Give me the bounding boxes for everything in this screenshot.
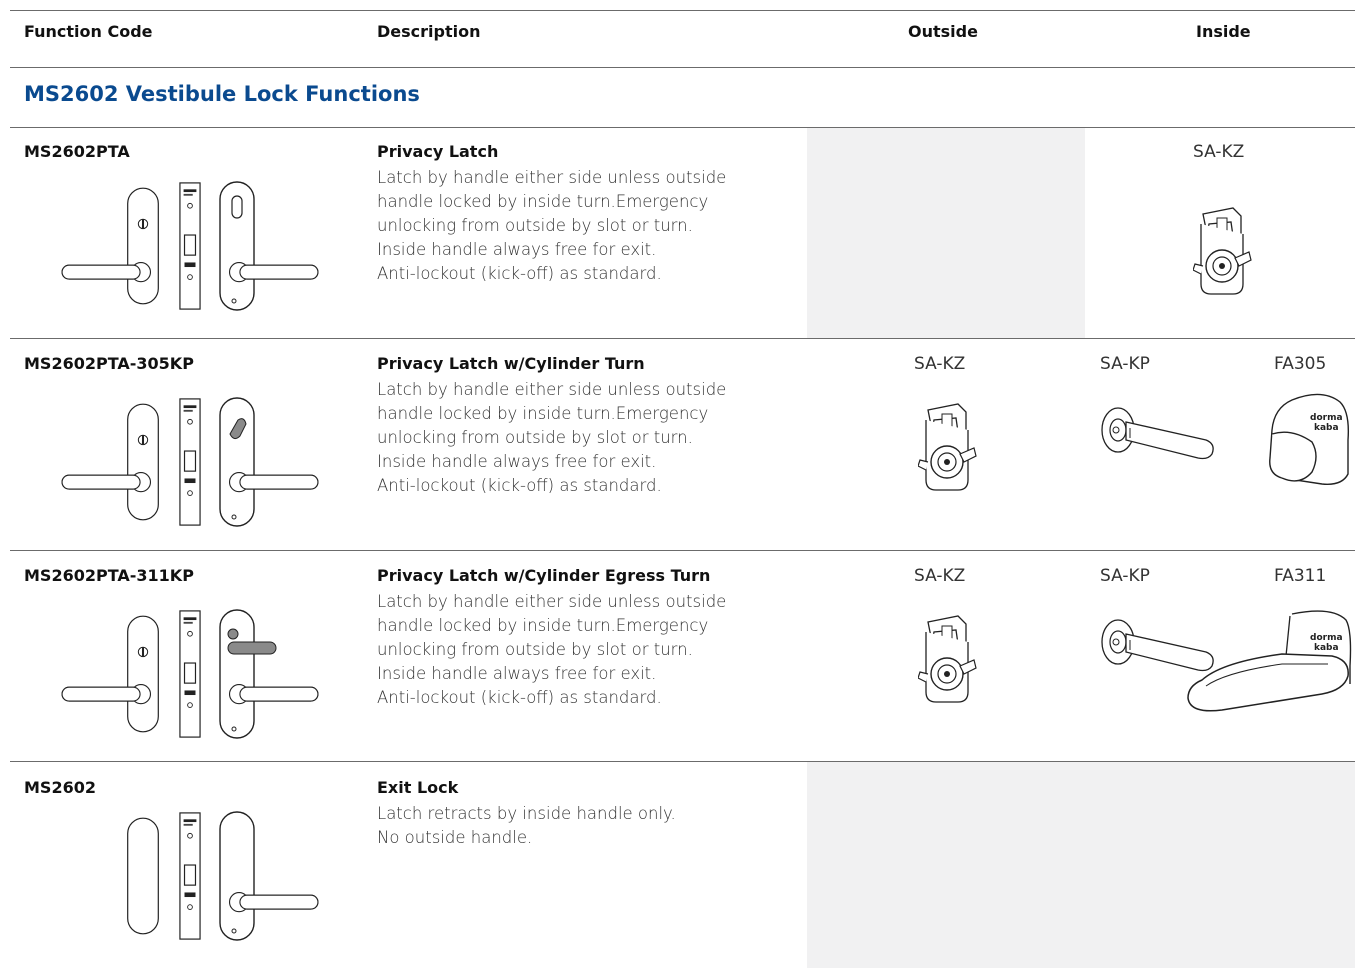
description-line: unlocking from outside by slot or turn.	[377, 428, 693, 447]
sa-kz-image	[1193, 204, 1253, 299]
top-rule	[10, 10, 1355, 11]
description-line: unlocking from outside by slot or turn.	[377, 640, 693, 659]
description-title: Privacy Latch	[377, 142, 499, 161]
function-row: MS2602PTA-311KP Privacy Latch w/Cylinder…	[0, 564, 1355, 762]
inside-part-label: FA311	[1274, 566, 1327, 586]
description-line: handle locked by inside turn.Emergency	[377, 192, 709, 211]
description-line: No outside handle.	[377, 828, 533, 847]
description-title: Exit Lock	[377, 778, 459, 797]
function-code: MS2602PTA	[24, 142, 130, 161]
inside-part-label: SA-KZ	[1193, 142, 1245, 162]
description-body: Latch retracts by inside handle only. No…	[377, 802, 797, 850]
lock-diagram	[58, 396, 328, 530]
function-code: MS2602PTA-311KP	[24, 566, 194, 585]
description-line: handle locked by inside turn.Emergency	[377, 404, 709, 423]
description-line: Latch by handle either side unless outsi…	[377, 380, 727, 399]
lock-diagram	[58, 608, 328, 742]
description-line: Inside handle always free for exit.	[377, 452, 657, 471]
description-line: handle locked by inside turn.Emergency	[377, 616, 709, 635]
inside-part-label: SA-KP	[1100, 354, 1150, 374]
section-rule	[10, 127, 1355, 128]
fa311-image	[1182, 606, 1352, 716]
description-line: Latch retracts by inside handle only.	[377, 804, 676, 823]
inside-part-label: SA-KP	[1100, 566, 1150, 586]
outside-cell	[807, 128, 1085, 338]
header-description: Description	[377, 22, 481, 41]
inside-part-label: FA305	[1274, 354, 1327, 374]
description-line: Latch by handle either side unless outsi…	[377, 592, 727, 611]
description-line: Anti-lockout (kick-off) as standard.	[377, 688, 662, 707]
outside-part-label: SA-KZ	[914, 354, 966, 374]
outside-inside-cell	[807, 762, 1355, 968]
section-title: MS2602 Vestibule Lock Functions	[24, 82, 420, 106]
sa-kp-image	[1100, 402, 1220, 472]
description-line: Anti-lockout (kick-off) as standard.	[377, 264, 662, 283]
lock-diagram	[58, 810, 328, 944]
lock-diagram	[58, 180, 328, 314]
header-inside: Inside	[1196, 22, 1251, 41]
fa305-image	[1262, 390, 1352, 490]
function-code: MS2602PTA-305KP	[24, 354, 194, 373]
function-row: MS2602 Exit Lock Latch retracts by insid…	[0, 762, 1355, 968]
description-line: Inside handle always free for exit.	[377, 240, 657, 259]
description-title: Privacy Latch w/Cylinder Egress Turn	[377, 566, 711, 585]
sa-kz-image	[918, 612, 978, 707]
description-line: Anti-lockout (kick-off) as standard.	[377, 476, 662, 495]
row-rule	[10, 550, 1355, 551]
description-line: unlocking from outside by slot or turn.	[377, 216, 693, 235]
description-line: Inside handle always free for exit.	[377, 664, 657, 683]
function-row: MS2602PTA-305KP Privacy Latch w/Cylinder…	[0, 352, 1355, 550]
description-body: Latch by handle either side unless outsi…	[377, 166, 797, 286]
header-outside: Outside	[908, 22, 978, 41]
header-function-code: Function Code	[24, 22, 153, 41]
function-code: MS2602	[24, 778, 96, 797]
description-title: Privacy Latch w/Cylinder Turn	[377, 354, 645, 373]
header-rule	[10, 67, 1355, 68]
description-body: Latch by handle either side unless outsi…	[377, 590, 797, 710]
row-rule	[10, 338, 1355, 339]
function-row: MS2602PTA Privacy Latch Latch by handle …	[0, 128, 1355, 338]
sa-kz-image	[918, 400, 978, 495]
description-body: Latch by handle either side unless outsi…	[377, 378, 797, 498]
description-line: Latch by handle either side unless outsi…	[377, 168, 727, 187]
outside-part-label: SA-KZ	[914, 566, 966, 586]
